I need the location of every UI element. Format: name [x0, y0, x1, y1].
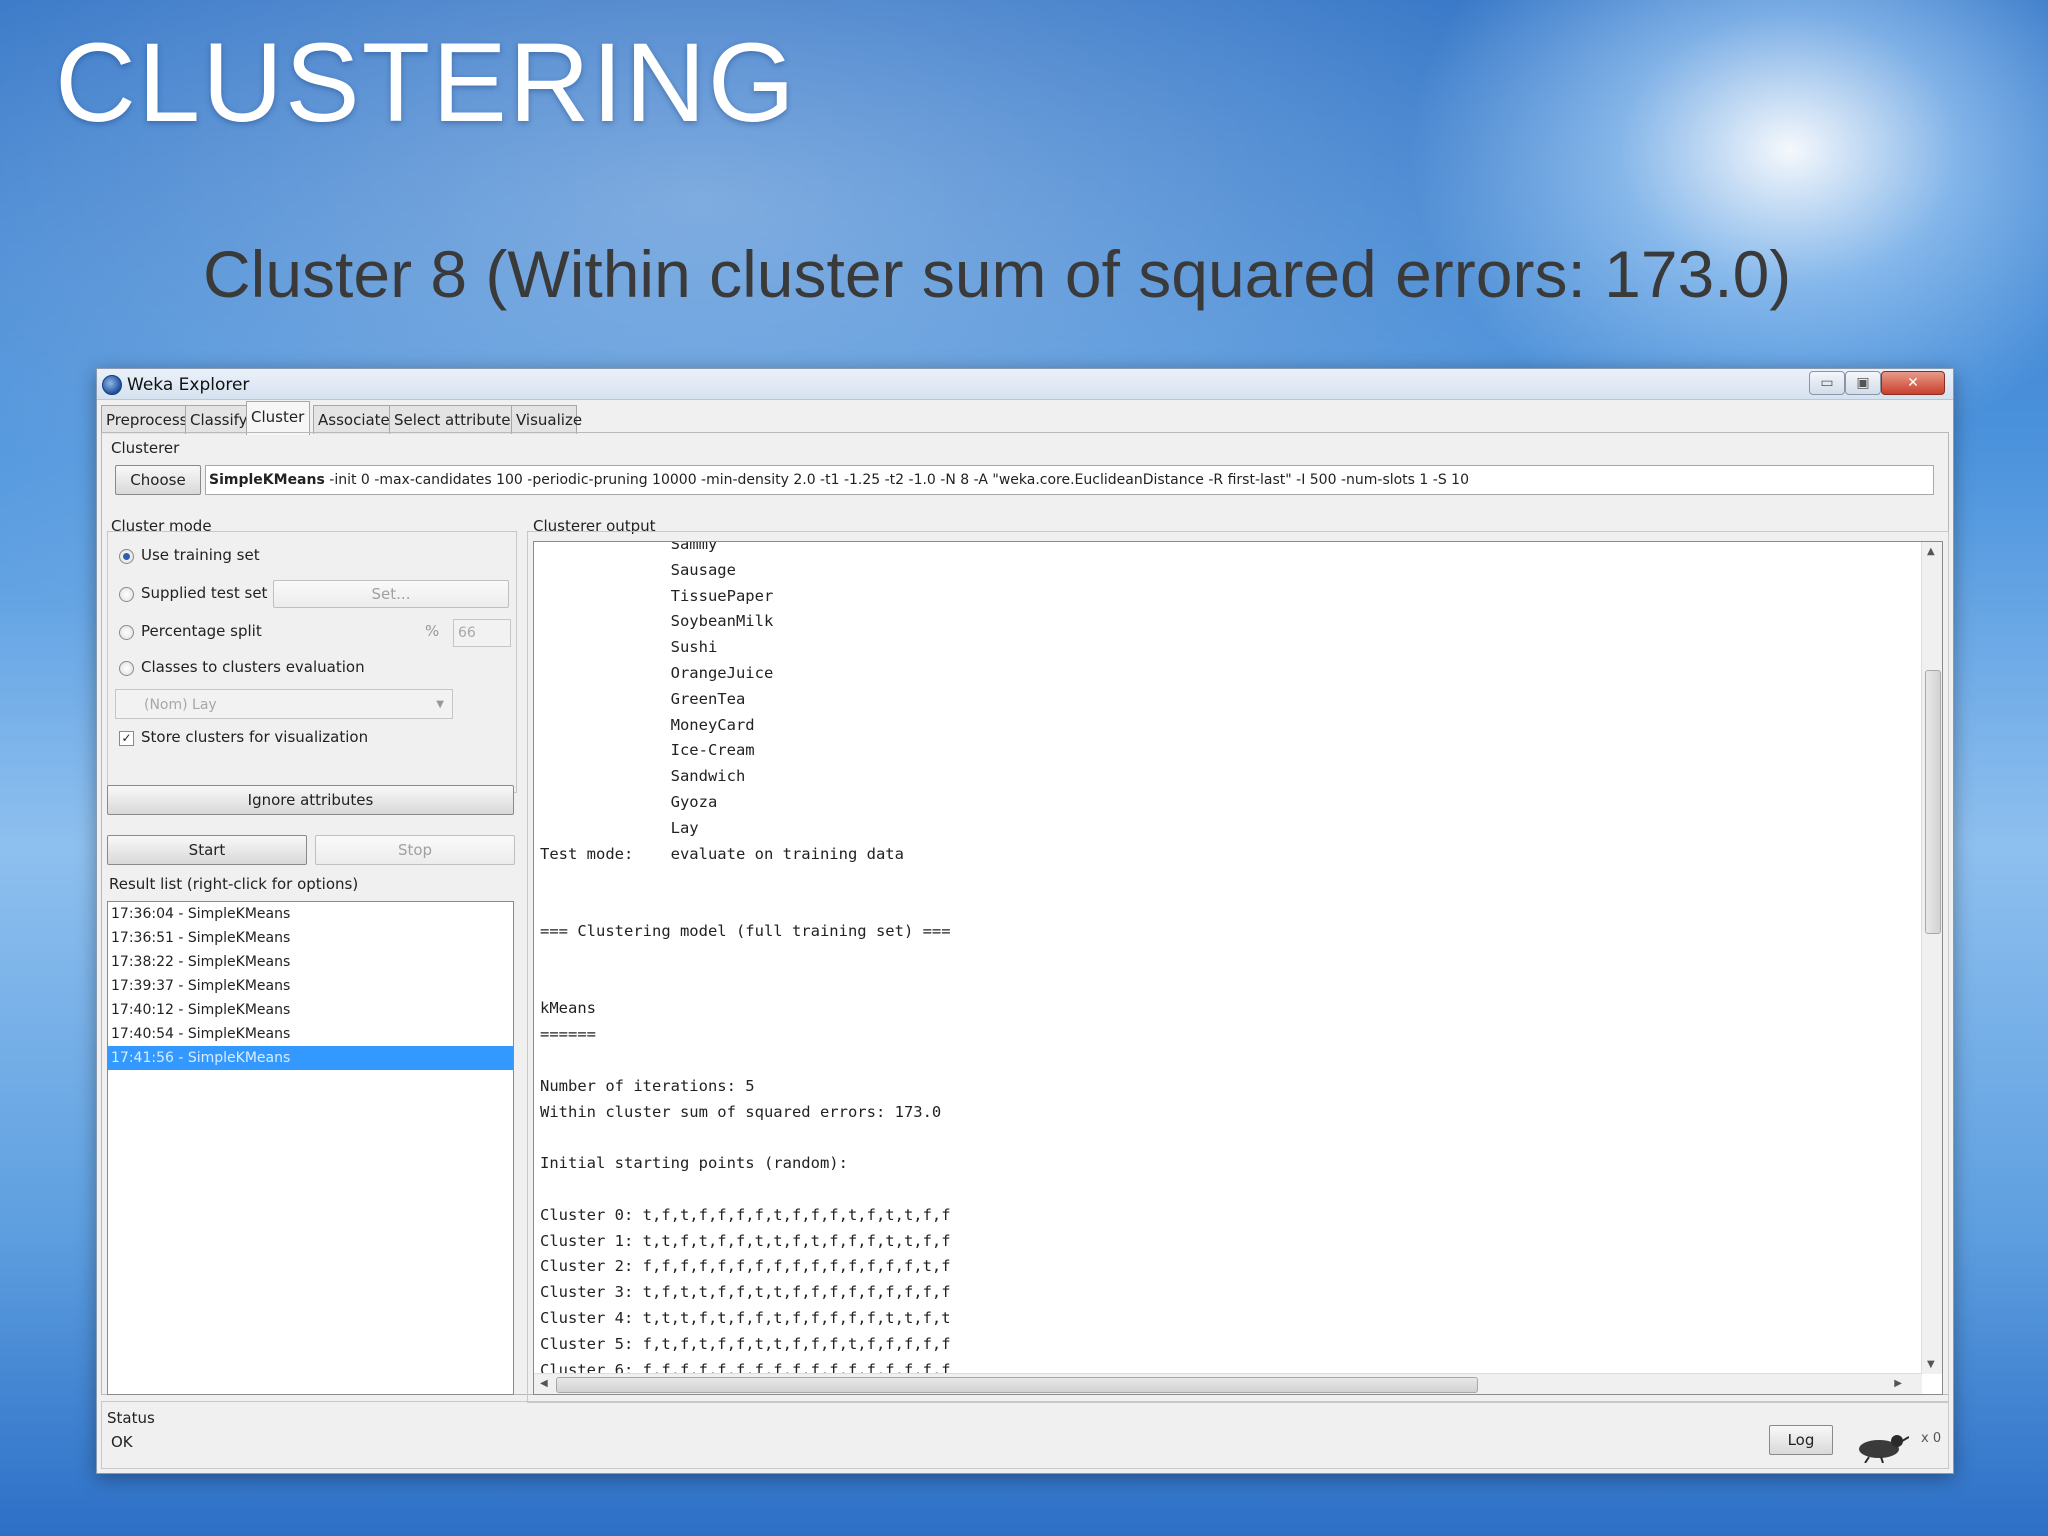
- output-line: Ice-Cream: [540, 741, 755, 760]
- output-line: ======: [540, 1025, 596, 1044]
- supplied-test-set-label: Supplied test set: [141, 584, 268, 602]
- output-line: === Clustering model (full training set)…: [540, 921, 951, 940]
- ignore-attributes-button[interactable]: Ignore attributes: [107, 785, 514, 815]
- percentage-split-radio[interactable]: [119, 625, 134, 640]
- stop-button[interactable]: Stop: [315, 835, 515, 865]
- output-line: Cluster 5: f,t,f,t,f,f,t,t,f,f,f,t,f,f,f…: [540, 1334, 951, 1353]
- algorithm-name: SimpleKMeans: [209, 472, 325, 488]
- title-bar[interactable]: Weka Explorer ▭ ▣ ✕: [97, 369, 1953, 400]
- maximize-button[interactable]: ▣: [1845, 371, 1881, 395]
- set-button[interactable]: Set...: [273, 580, 509, 608]
- output-line: Gyoza: [540, 792, 718, 811]
- output-line: Test mode: evaluate on training data: [540, 844, 904, 863]
- output-line: Initial starting points (random):: [540, 1154, 848, 1173]
- output-line: MoneyCard: [540, 715, 755, 734]
- scroll-right-arrow-icon[interactable]: ▶: [1894, 1378, 1902, 1389]
- result-item[interactable]: 17:38:22 - SimpleKMeans: [108, 950, 513, 974]
- class-attribute-value: (Nom) Lay: [144, 697, 217, 713]
- supplied-test-set-radio[interactable]: [119, 587, 134, 602]
- choose-button[interactable]: Choose: [115, 465, 201, 495]
- percentage-split-input[interactable]: 66: [453, 619, 511, 647]
- slide-title: CLUSTERING: [55, 20, 797, 145]
- output-line: Sandwich: [540, 767, 746, 786]
- output-line: Sammy: [540, 541, 718, 553]
- status-count: x 0: [1921, 1431, 1942, 1446]
- tab-preprocess[interactable]: Preprocess: [101, 405, 189, 434]
- tab-select-attributes[interactable]: Select attributes: [389, 405, 518, 434]
- output-line: Sushi: [540, 638, 718, 657]
- scroll-left-arrow-icon[interactable]: ◀: [540, 1378, 548, 1389]
- slide-subtitle: Cluster 8 (Within cluster sum of squared…: [203, 237, 1792, 311]
- output-line: GreenTea: [540, 689, 746, 708]
- clusterer-section-label: Clusterer: [111, 439, 180, 457]
- output-line: OrangeJuice: [540, 663, 774, 682]
- algorithm-options: -init 0 -max-candidates 100 -periodic-pr…: [329, 472, 1469, 488]
- scroll-up-arrow-icon[interactable]: ▲: [1927, 546, 1935, 557]
- log-button[interactable]: Log: [1769, 1425, 1833, 1455]
- output-line: TissuePaper: [540, 586, 774, 605]
- store-clusters-checkbox[interactable]: ✓: [119, 731, 134, 746]
- result-item[interactable]: 17:36:51 - SimpleKMeans: [108, 926, 513, 950]
- horizontal-scrollbar[interactable]: ◀ ▶: [534, 1373, 1922, 1394]
- output-line: Sausage: [540, 560, 736, 579]
- chevron-down-icon: ▼: [436, 699, 444, 710]
- tab-cluster[interactable]: Cluster: [246, 401, 310, 435]
- weka-explorer-window: Weka Explorer ▭ ▣ ✕ Preprocess Classify …: [96, 368, 1954, 1474]
- output-line: Cluster 1: t,t,f,t,f,f,t,t,f,t,f,f,f,t,t…: [540, 1231, 951, 1250]
- output-line: Cluster 4: t,t,t,f,t,f,f,t,f,f,f,f,f,t,t…: [540, 1308, 951, 1327]
- weka-app-icon: [102, 375, 122, 395]
- weka-bird-icon[interactable]: [1853, 1427, 1909, 1463]
- status-label: Status: [107, 1409, 155, 1427]
- status-text: OK: [111, 1433, 133, 1451]
- tab-visualize[interactable]: Visualize: [511, 405, 582, 434]
- clusterer-output-text: Sammy Sausage TissuePaper SoybeanMilk Su…: [540, 541, 951, 1383]
- clusterer-config-field[interactable]: SimpleKMeans -init 0 -max-candidates 100…: [205, 465, 1934, 495]
- output-line: Cluster 2: f,f,f,f,f,f,f,f,f,f,f,f,f,f,f…: [540, 1257, 951, 1276]
- close-button[interactable]: ✕: [1881, 371, 1945, 395]
- class-attribute-select[interactable]: (Nom) Lay ▼: [115, 689, 453, 719]
- classes-to-clusters-label: Classes to clusters evaluation: [141, 658, 365, 676]
- output-line: Number of iterations: 5: [540, 1076, 755, 1095]
- result-list-label: Result list (right-click for options): [109, 875, 359, 893]
- scroll-down-arrow-icon[interactable]: ▼: [1927, 1359, 1935, 1370]
- horizontal-scroll-thumb[interactable]: [556, 1377, 1478, 1393]
- vertical-scrollbar[interactable]: ▲ ▼: [1921, 542, 1942, 1374]
- tab-classify[interactable]: Classify: [185, 405, 251, 434]
- start-button[interactable]: Start: [107, 835, 307, 865]
- use-training-set-radio[interactable]: [119, 549, 134, 564]
- output-line: Cluster 3: t,f,t,t,f,f,t,t,f,f,f,f,f,f,f…: [540, 1283, 951, 1302]
- use-training-set-label: Use training set: [141, 546, 260, 564]
- classes-to-clusters-radio[interactable]: [119, 661, 134, 676]
- output-line: Within cluster sum of squared errors: 17…: [540, 1102, 942, 1121]
- result-item[interactable]: 17:36:04 - SimpleKMeans: [108, 902, 513, 926]
- result-list[interactable]: 17:36:04 - SimpleKMeans 17:36:51 - Simpl…: [107, 901, 514, 1395]
- status-group: [101, 1401, 1949, 1469]
- result-item-selected[interactable]: 17:41:56 - SimpleKMeans: [108, 1046, 513, 1070]
- tab-associate[interactable]: Associate: [313, 405, 391, 434]
- output-line: kMeans: [540, 999, 596, 1018]
- output-line: SoybeanMilk: [540, 612, 774, 631]
- window-title: Weka Explorer: [127, 375, 250, 395]
- percent-symbol: %: [425, 622, 440, 640]
- minimize-button[interactable]: ▭: [1809, 371, 1845, 395]
- result-item[interactable]: 17:40:12 - SimpleKMeans: [108, 998, 513, 1022]
- result-item[interactable]: 17:39:37 - SimpleKMeans: [108, 974, 513, 998]
- result-item[interactable]: 17:40:54 - SimpleKMeans: [108, 1022, 513, 1046]
- store-clusters-label: Store clusters for visualization: [141, 728, 369, 746]
- percentage-split-label: Percentage split: [141, 622, 262, 640]
- output-line: Cluster 0: t,f,t,f,f,f,f,t,f,f,f,t,f,t,t…: [540, 1205, 951, 1224]
- vertical-scroll-thumb[interactable]: [1925, 670, 1941, 934]
- clusterer-output-panel[interactable]: Sammy Sausage TissuePaper SoybeanMilk Su…: [533, 541, 1943, 1395]
- output-line: Lay: [540, 818, 699, 837]
